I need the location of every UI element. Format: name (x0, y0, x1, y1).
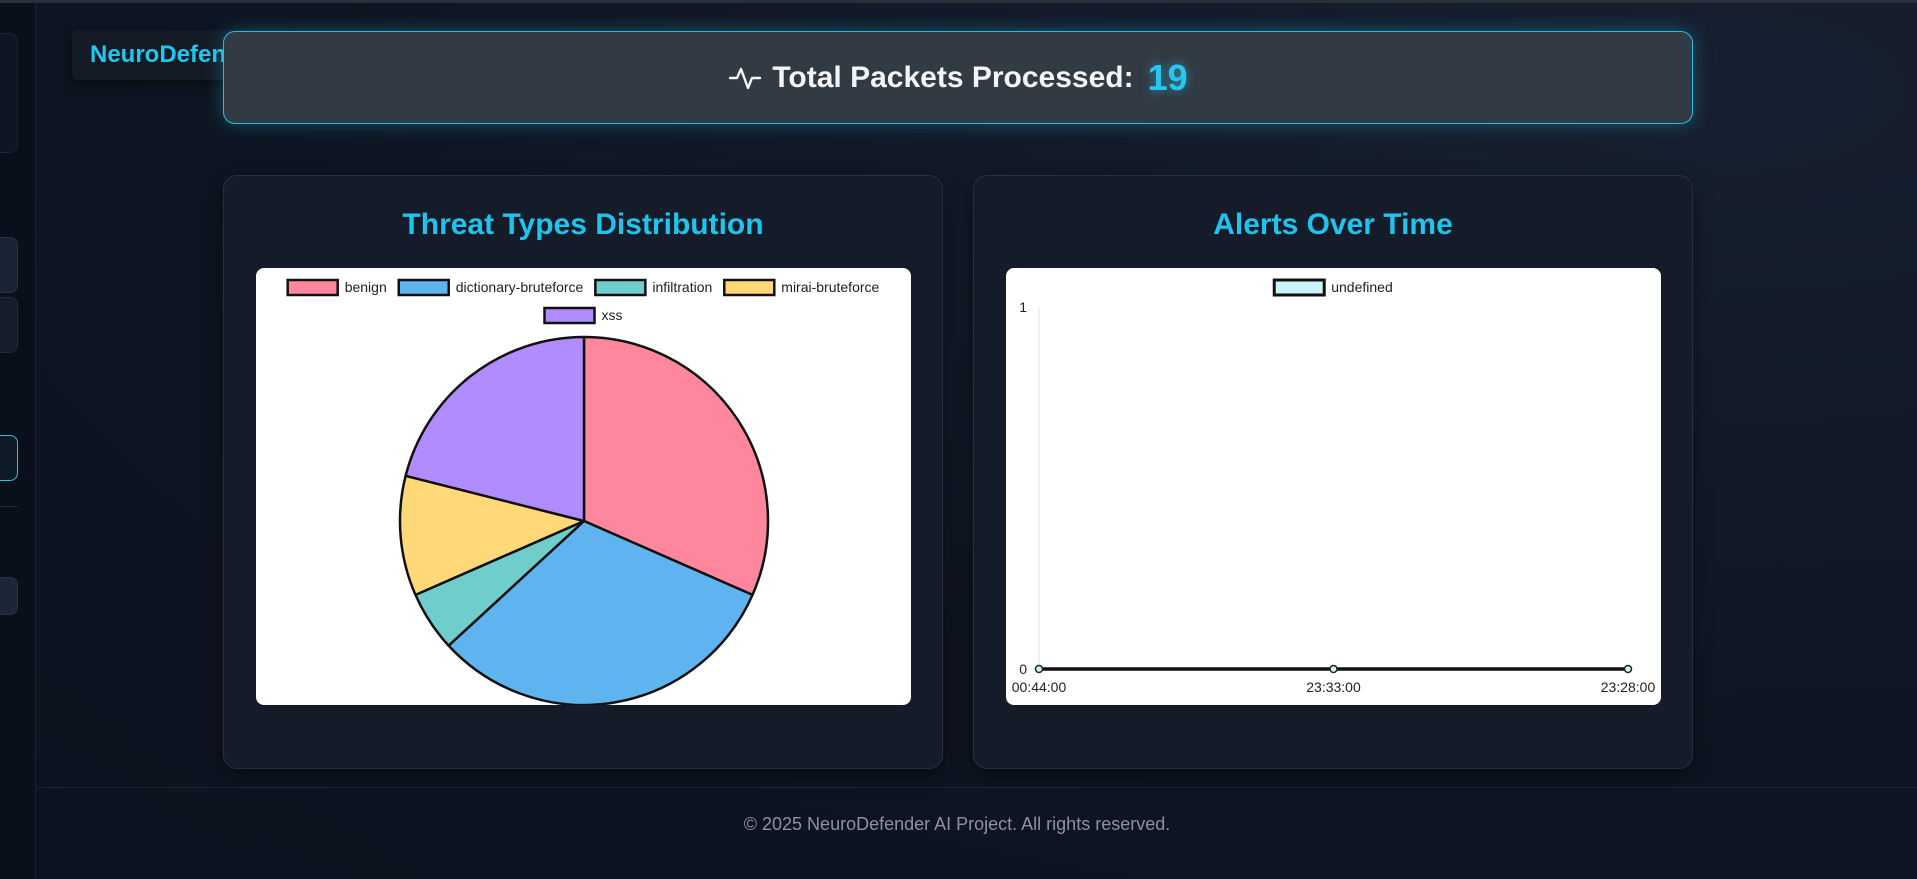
sidebar-item-3[interactable] (0, 577, 18, 615)
alerts-over-time-title: Alerts Over Time (1213, 208, 1453, 241)
series-point-2 (1623, 664, 1633, 674)
legend-label-mirai-bruteforce: mirai-bruteforce (781, 279, 879, 295)
legend-swatch-mirai-bruteforce (723, 278, 776, 297)
line-chart-svg: undefined 0 1 00:44:00 23:33:00 23:28:00 (1012, 278, 1656, 695)
threat-types-card: Threat Types Distribution benign dictiona… (223, 175, 943, 769)
sidebar-item-2[interactable] (0, 297, 18, 353)
sidebar-divider (0, 506, 18, 507)
threat-types-title: Threat Types Distribution (402, 208, 764, 241)
footer-divider (37, 787, 1917, 788)
legend-label-dictionary-bruteforce: dictionary-bruteforce (456, 279, 584, 295)
legend-swatch-benign (286, 278, 339, 297)
series-point-1 (1329, 664, 1338, 674)
sidebar-item-1[interactable] (0, 237, 18, 293)
legend-label-infiltration: infiltration (652, 279, 712, 295)
total-packets-label: Total Packets Processed: (772, 60, 1134, 94)
legend-swatch-infiltration (594, 278, 647, 297)
footer-copyright: © 2025 NeuroDefender AI Project. All rig… (743, 814, 1171, 834)
x-tick-label-1: 23:33:00 (1306, 679, 1361, 695)
total-packets-card: Total Packets Processed: 19 (223, 31, 1693, 124)
legend-label-xss: xss (602, 307, 623, 323)
y-tick-label-0: 0 (1019, 661, 1027, 677)
y-tick-label-1: 1 (1019, 299, 1027, 315)
alerts-over-time-card: Alerts Over Time undefined 0 1 00:44:00 23:3… (973, 175, 1693, 769)
activity-pulse-icon (729, 67, 762, 89)
legend-swatch-series (1272, 278, 1326, 297)
sidebar (0, 3, 36, 879)
total-packets-value: 19 (1147, 56, 1188, 98)
legend-swatch-xss (543, 306, 596, 325)
alerts-line-chart: undefined 0 1 00:44:00 23:33:00 23:28:00 (1006, 268, 1661, 705)
series-point-0 (1034, 664, 1044, 674)
legend-label-benign: benign (345, 279, 387, 295)
sidebar-panel (0, 33, 18, 153)
x-tick-label-2: 23:28:00 (1601, 679, 1656, 695)
legend-label-series: undefined (1331, 279, 1393, 295)
pie-chart-svg: benign dictionary-bruteforce infiltration m… (286, 278, 880, 705)
legend-swatch-dictionary-bruteforce (397, 278, 450, 297)
x-tick-label-0: 00:44:00 (1012, 679, 1067, 695)
sidebar-item-active[interactable] (0, 435, 18, 481)
threat-types-pie-chart: benign dictionary-bruteforce infiltration m… (256, 268, 911, 705)
